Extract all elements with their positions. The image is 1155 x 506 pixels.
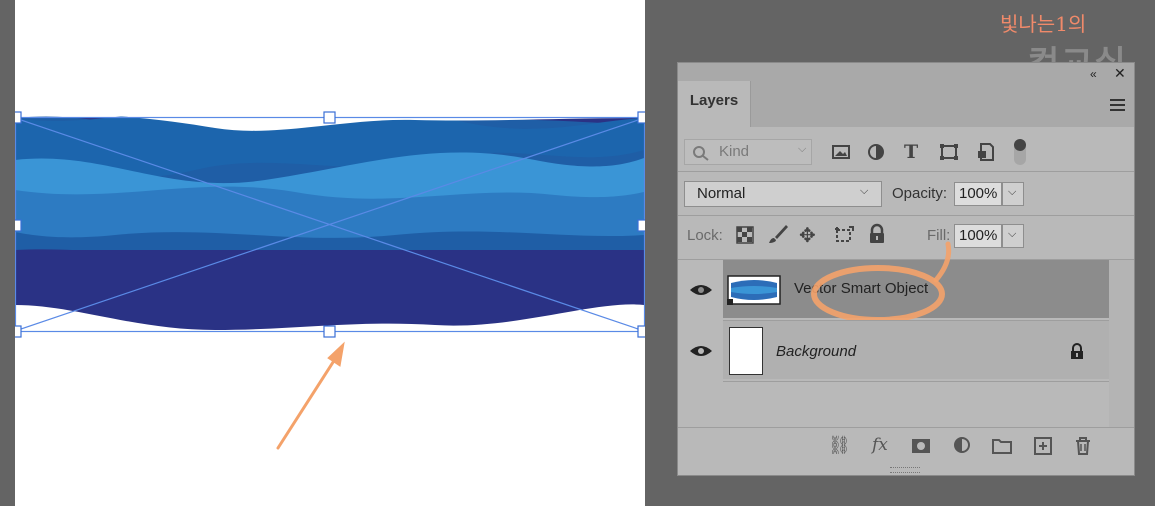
new-group-folder-icon[interactable] [991, 435, 1013, 457]
chevron-down-icon: ⌵ [1008, 186, 1017, 198]
smart-object-thumbnail[interactable] [727, 275, 781, 305]
layer-row-background[interactable]: Background [678, 321, 1134, 381]
eye-icon[interactable] [688, 343, 714, 359]
add-mask-icon[interactable] [910, 435, 932, 457]
background-thumbnail[interactable] [729, 327, 763, 375]
layers-scrollbar[interactable] [1109, 260, 1134, 428]
new-layer-icon[interactable] [1032, 435, 1054, 457]
layer-name[interactable]: Background [776, 343, 856, 360]
pixel-layer-filter-icon[interactable] [831, 143, 851, 161]
annotation-circle [811, 241, 952, 323]
opacity-label: Opacity: [892, 185, 948, 202]
document-canvas[interactable] [15, 0, 645, 506]
fill-input[interactable]: 100% [954, 224, 1002, 248]
lock-image-pixels-icon[interactable] [767, 223, 789, 245]
fill-dropdown-button[interactable]: ⌵ [1002, 224, 1024, 248]
new-adjustment-layer-icon[interactable] [952, 435, 974, 457]
panel-footer [678, 428, 1134, 465]
shape-layer-filter-icon[interactable] [939, 143, 959, 161]
opacity-dropdown-button[interactable]: ⌵ [1002, 182, 1024, 206]
chevron-down-icon: ⌵ [798, 143, 807, 155]
link-layers-icon[interactable]: ⛓ [828, 435, 851, 457]
collapse-icon[interactable]: « [1090, 67, 1097, 81]
type-layer-filter-icon[interactable]: T [904, 141, 918, 163]
search-icon [693, 146, 709, 161]
lock-label: Lock: [687, 227, 723, 244]
adjustment-layer-filter-icon[interactable] [866, 143, 886, 161]
chevron-down-icon: ⌵ [1008, 228, 1017, 240]
chevron-down-icon: ⌵ [860, 185, 869, 197]
resize-grip[interactable] [890, 467, 920, 473]
eye-icon[interactable] [688, 282, 714, 298]
blend-mode-select[interactable]: Normal [684, 181, 882, 207]
watermark-line1: 빛나는1의 [1000, 12, 1087, 36]
opacity-input[interactable]: 100% [954, 182, 1002, 206]
annotation-arrow [276, 341, 345, 450]
smart-object-filter-icon[interactable] [976, 142, 996, 162]
fx-icon[interactable]: fx [872, 435, 894, 457]
panel-menu-icon[interactable] [1110, 99, 1125, 111]
layers-panel: « ✕ Layers Kind ⌵ T Normal ⌵ Opacity: 10… [677, 62, 1135, 476]
divider [678, 215, 1134, 216]
divider [678, 171, 1134, 172]
layer-row-vector-smart-object[interactable]: Vector Smart Object [678, 241, 1134, 323]
divider [723, 381, 1109, 382]
close-icon[interactable]: ✕ [1114, 65, 1126, 82]
filter-toggle-switch[interactable] [1014, 139, 1026, 165]
lock-icon[interactable] [1069, 343, 1085, 360]
wave-artwork[interactable] [15, 0, 645, 506]
trash-icon[interactable] [1072, 435, 1094, 457]
lock-transparent-pixels-icon[interactable] [735, 225, 755, 245]
tab-layers[interactable]: Layers [678, 81, 751, 127]
